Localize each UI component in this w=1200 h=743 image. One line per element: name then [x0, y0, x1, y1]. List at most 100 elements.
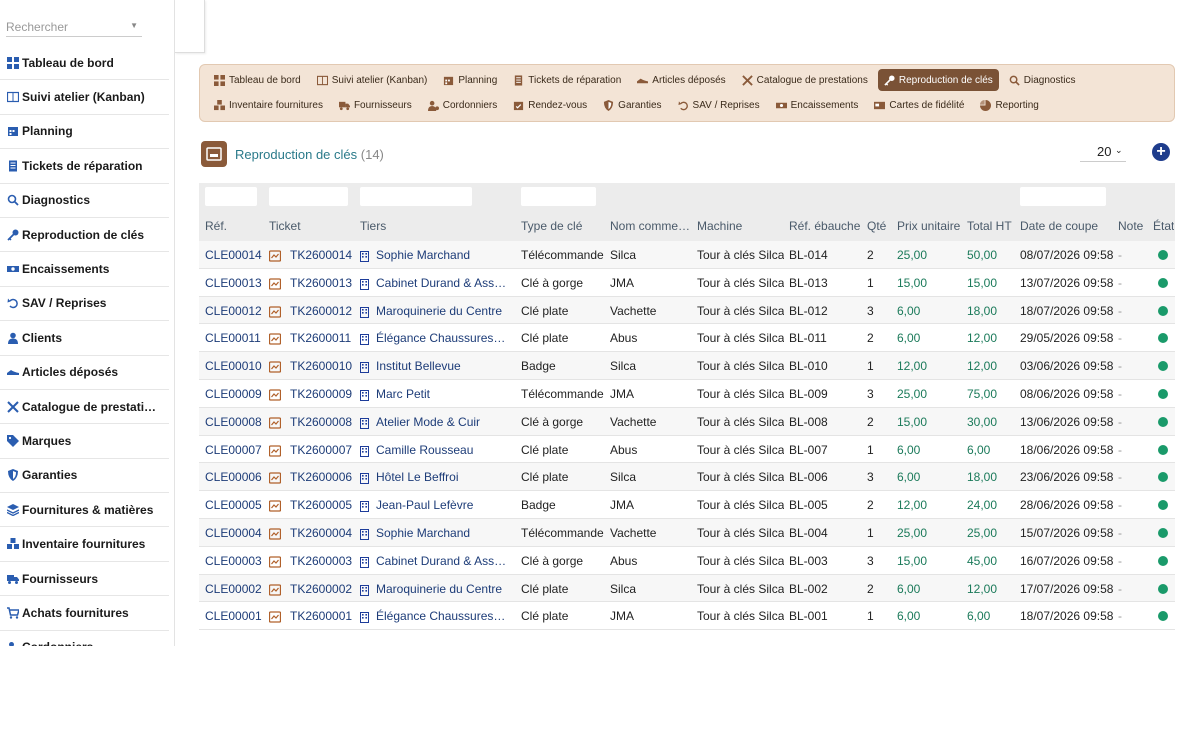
reference-link[interactable]: CLE00003	[205, 554, 262, 568]
tiers-link[interactable]: Institut Bellevue	[376, 359, 461, 373]
add-record-button[interactable]: +	[1152, 143, 1170, 161]
table-row[interactable]: CLE00010 TK2600010 Institut Bellevue Badge S…	[199, 352, 1175, 380]
ticket-link[interactable]: TK2600014	[290, 248, 352, 262]
sidebar-item-12[interactable]: Garanties	[0, 459, 169, 494]
nav-tab-row2-4[interactable]: Garanties	[597, 94, 667, 116]
tiers-link[interactable]: Hôtel Le Beffroi	[376, 470, 459, 484]
tiers-link[interactable]: Maroquinerie du Centre	[376, 582, 502, 596]
table-row[interactable]: CLE00006 TK2600006 Hôtel Le Beffroi Clé pla…	[199, 463, 1175, 492]
reference-link[interactable]: CLE00014	[205, 248, 262, 262]
ticket-link[interactable]: TK2600012	[290, 304, 352, 318]
table-row[interactable]: CLE00005 TK2600005 Jean-Paul Lefèvre Badge J…	[199, 491, 1175, 519]
tiers-link[interactable]: Cabinet Durand & Associés	[376, 276, 507, 290]
ticket-link[interactable]: TK2600013	[290, 276, 352, 290]
ticket-link[interactable]: TK2600009	[290, 387, 352, 401]
table-row[interactable]: CLE00011 TK2600011 Élégance Chaussures Sar…	[199, 324, 1175, 353]
nav-tab-row1-5[interactable]: Catalogue de prestations	[736, 69, 874, 91]
ticket-link[interactable]: TK2600002	[290, 582, 352, 596]
ticket-link[interactable]: TK2600006	[290, 470, 352, 484]
nav-tab-row2-6[interactable]: Encaissements	[770, 94, 865, 116]
table-row[interactable]: CLE00004 TK2600004 Sophie Marchand Télécomm…	[199, 519, 1175, 547]
table-row[interactable]: CLE00009 TK2600009 Marc Petit Télécommande J…	[199, 380, 1175, 408]
sidebar-item-3[interactable]: Tickets de réparation	[0, 149, 169, 184]
column-header[interactable]: État	[1153, 219, 1174, 233]
column-header[interactable]: Date de coupe	[1020, 219, 1098, 233]
nav-tab-row2-0[interactable]: Inventaire fournitures	[208, 94, 329, 116]
sidebar-item-0[interactable]: Tableau de bord	[0, 46, 169, 81]
tiers-link[interactable]: Jean-Paul Lefèvre	[376, 498, 473, 512]
column-filter-input[interactable]	[521, 187, 596, 206]
sidebar-item-10[interactable]: Catalogue de prestations	[0, 390, 169, 425]
nav-tab-row2-7[interactable]: Cartes de fidélité	[868, 94, 970, 116]
ticket-link[interactable]: TK2600001	[290, 609, 352, 623]
sidebar-item-1[interactable]: Suivi atelier (Kanban)	[0, 80, 169, 115]
reference-link[interactable]: CLE00004	[205, 526, 262, 540]
table-row[interactable]: CLE00002 TK2600002 Maroquinerie du Centre C…	[199, 574, 1175, 603]
nav-tab-row1-4[interactable]: Articles déposés	[631, 69, 731, 91]
reference-link[interactable]: CLE00005	[205, 498, 262, 512]
reference-link[interactable]: CLE00010	[205, 359, 262, 373]
sidebar-item-8[interactable]: Clients	[0, 321, 169, 356]
tiers-link[interactable]: Atelier Mode & Cuir	[376, 415, 480, 429]
tiers-link[interactable]: Cabinet Durand & Associés	[376, 554, 507, 568]
column-header[interactable]: Note	[1118, 219, 1143, 233]
nav-tab-row1-3[interactable]: Tickets de réparation	[507, 69, 627, 91]
tiers-link[interactable]: Sophie Marchand	[376, 526, 470, 540]
tiers-link[interactable]: Marc Petit	[376, 387, 430, 401]
column-filter-input[interactable]	[360, 187, 472, 206]
sidebar-item-11[interactable]: Marques	[0, 424, 169, 459]
column-header[interactable]: Total HT	[967, 219, 1012, 233]
reference-link[interactable]: CLE00001	[205, 609, 262, 623]
table-row[interactable]: CLE00014 TK2600014 Sophie Marchand Télécomm…	[199, 241, 1175, 269]
nav-tab-row1-0[interactable]: Tableau de bord	[208, 69, 307, 91]
nav-tab-row1-6[interactable]: Reproduction de clés	[877, 69, 999, 91]
column-header[interactable]: Prix unitaire	[897, 219, 960, 233]
chevron-down-icon[interactable]: ▼	[130, 21, 138, 30]
ticket-link[interactable]: TK2600004	[290, 526, 352, 540]
column-header[interactable]: Ticket	[269, 219, 301, 233]
table-row[interactable]: CLE00012 TK2600012 Maroquinerie du Centre C…	[199, 296, 1175, 325]
reference-link[interactable]: CLE00007	[205, 443, 262, 457]
nav-tab-row1-1[interactable]: Suivi atelier (Kanban)	[311, 69, 434, 91]
column-filter-input[interactable]	[205, 187, 257, 206]
nav-tab-row2-1[interactable]: Fournisseurs	[333, 94, 418, 116]
column-header[interactable]: Nom comme…	[610, 219, 690, 233]
tiers-link[interactable]: Élégance Chaussures Sarl	[376, 609, 507, 623]
sidebar-item-7[interactable]: SAV / Reprises	[0, 287, 169, 322]
table-row[interactable]: CLE00003 TK2600003 Cabinet Durand & Associ…	[199, 547, 1175, 575]
column-filter-input[interactable]	[1020, 187, 1106, 206]
table-row[interactable]: CLE00008 TK2600008 Atelier Mode & Cuir Clé …	[199, 407, 1175, 436]
nav-tab-row1-7[interactable]: Diagnostics	[1003, 69, 1082, 91]
ticket-link[interactable]: TK2600010	[290, 359, 352, 373]
sidebar-item-2[interactable]: Planning	[0, 115, 169, 150]
column-header[interactable]: Machine	[697, 219, 742, 233]
reference-link[interactable]: CLE00011	[205, 331, 261, 345]
tiers-link[interactable]: Élégance Chaussures Sarl	[376, 331, 507, 345]
reference-link[interactable]: CLE00006	[205, 470, 262, 484]
reference-link[interactable]: CLE00012	[205, 304, 262, 318]
nav-tab-row2-2[interactable]: Cordonniers	[422, 94, 503, 116]
page-size-select[interactable]: 20 ⌄	[1080, 142, 1126, 162]
column-header[interactable]: Tiers	[360, 219, 386, 233]
sidebar-item-15[interactable]: Fournisseurs	[0, 562, 169, 597]
ticket-link[interactable]: TK2600003	[290, 554, 352, 568]
search-input[interactable]: Rechercher ▼	[6, 17, 142, 37]
tiers-link[interactable]: Sophie Marchand	[376, 248, 470, 262]
sidebar-item-17[interactable]: Cordonniers	[0, 631, 169, 646]
sidebar-item-9[interactable]: Articles déposés	[0, 356, 169, 390]
ticket-link[interactable]: TK2600011	[290, 331, 351, 345]
nav-tab-row2-8[interactable]: Reporting	[974, 94, 1044, 116]
sidebar-item-4[interactable]: Diagnostics	[0, 184, 169, 218]
nav-tab-row2-5[interactable]: SAV / Reprises	[672, 94, 766, 116]
ticket-link[interactable]: TK2600007	[290, 443, 352, 457]
column-filter-input[interactable]	[269, 187, 348, 206]
nav-tab-row2-3[interactable]: Rendez-vous	[507, 94, 593, 116]
sidebar-item-16[interactable]: Achats fournitures	[0, 596, 169, 631]
table-row[interactable]: CLE00007 TK2600007 Camille Rousseau Clé pla…	[199, 436, 1175, 464]
column-header[interactable]: Réf. ébauche	[789, 219, 860, 233]
column-header[interactable]: Réf.	[205, 219, 227, 233]
reference-link[interactable]: CLE00002	[205, 582, 262, 596]
sidebar-item-5[interactable]: Reproduction de clés	[0, 218, 169, 253]
reference-link[interactable]: CLE00013	[205, 276, 262, 290]
column-header[interactable]: Type de clé	[521, 219, 582, 233]
